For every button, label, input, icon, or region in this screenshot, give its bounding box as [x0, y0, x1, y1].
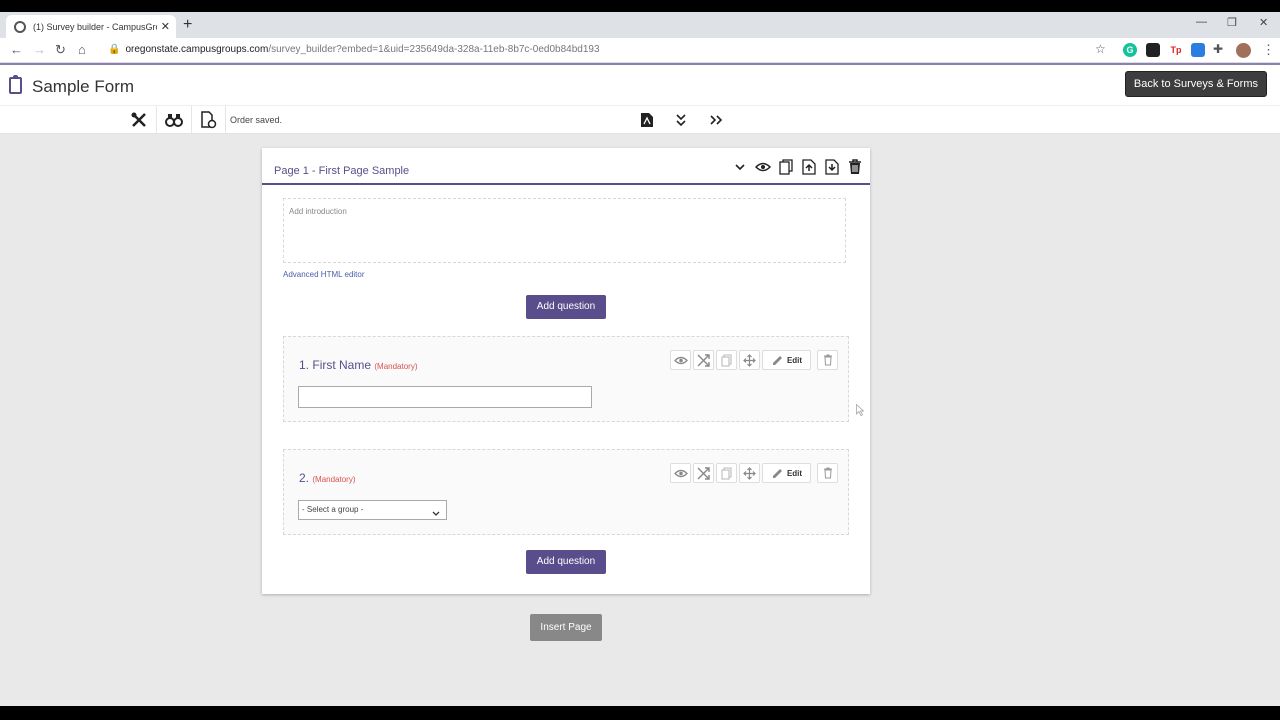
builder-toolbar: Order saved.	[0, 105, 1280, 134]
insert-page-button[interactable]: Insert Page	[530, 614, 602, 641]
grammarly-icon[interactable]: G	[1123, 43, 1137, 57]
page-actions	[731, 158, 864, 176]
status-message: Order saved.	[230, 115, 283, 125]
home-icon[interactable]: ⌂	[78, 42, 86, 57]
eye-icon[interactable]	[754, 158, 772, 176]
group-select[interactable]: - Select a group -	[298, 500, 447, 520]
question-tools: Edit	[670, 350, 838, 370]
move-up-icon[interactable]	[800, 158, 818, 176]
tab-bar: (1) Survey builder - CampusGroups ✕ + — …	[0, 12, 1280, 38]
mandatory-tag: (Mandatory)	[374, 362, 418, 371]
shield-extension-icon[interactable]	[1146, 43, 1160, 57]
page-settings-icon[interactable]	[197, 110, 219, 130]
delete-trash-icon[interactable]	[817, 463, 838, 483]
move-icon[interactable]	[739, 463, 760, 483]
preview-eye-icon[interactable]	[670, 463, 691, 483]
clipboard-icon	[9, 75, 22, 94]
move-down-icon[interactable]	[823, 158, 841, 176]
shuffle-icon[interactable]	[693, 350, 714, 370]
back-to-surveys-button[interactable]: Back to Surveys & Forms	[1124, 71, 1267, 97]
extensions-puzzle-icon[interactable]: ✚	[1213, 42, 1223, 56]
advanced-html-editor-link[interactable]: Advanced HTML editor	[283, 270, 365, 279]
minimize-icon[interactable]: —	[1196, 16, 1207, 28]
reload-icon[interactable]: ↻	[55, 42, 66, 58]
collapse-all-icon[interactable]	[670, 110, 692, 130]
pencil-icon	[771, 353, 783, 367]
trash-icon[interactable]	[846, 158, 864, 176]
duplicate-icon[interactable]	[716, 463, 737, 483]
browser-menu-icon[interactable]: ⋮	[1262, 42, 1275, 58]
first-name-input[interactable]	[298, 386, 592, 408]
tab-title: (1) Survey builder - CampusGroups	[33, 21, 157, 32]
shuffle-icon[interactable]	[693, 463, 714, 483]
edit-button[interactable]: Edit	[762, 463, 811, 483]
add-question-button[interactable]: Add question	[526, 295, 606, 319]
page-card: Page 1 - First Page Sample Add introduct…	[262, 148, 870, 594]
pdf-icon[interactable]	[636, 110, 658, 130]
new-tab-icon[interactable]: +	[183, 16, 192, 34]
page-section-title[interactable]: Page 1 - First Page Sample	[274, 165, 409, 177]
mandatory-tag: (Mandatory)	[312, 475, 356, 484]
browser-tab[interactable]: (1) Survey builder - CampusGroups ✕	[6, 15, 176, 38]
question-tools: Edit	[670, 463, 838, 483]
address-bar: ← → ↻ ⌂ 🔒 oregonstate.campusgroups.com/su…	[0, 38, 1280, 63]
delete-trash-icon[interactable]	[817, 350, 838, 370]
binoculars-icon[interactable]	[163, 110, 185, 130]
mouse-cursor-icon	[856, 404, 864, 416]
grid-extension-icon[interactable]	[1191, 43, 1205, 57]
browser-window: (1) Survey builder - CampusGroups ✕ + — …	[0, 12, 1280, 706]
tp-extension-icon[interactable]: Tp	[1169, 43, 1183, 57]
tools-icon[interactable]	[128, 110, 150, 130]
page-title-underline	[262, 183, 870, 185]
page-title: Sample Form	[32, 77, 135, 96]
forward-arrow-icon[interactable]: →	[33, 42, 46, 57]
question-label: 1. First Name (Mandatory)	[299, 358, 418, 372]
toolbar-divider	[156, 106, 157, 134]
question-label: 2. (Mandatory)	[299, 471, 356, 485]
copy-icon[interactable]	[777, 158, 795, 176]
profile-avatar[interactable]	[1236, 43, 1251, 58]
toolbar-divider	[225, 106, 226, 134]
chevron-down-icon	[432, 506, 440, 524]
pencil-icon	[771, 466, 783, 480]
add-question-button[interactable]: Add question	[526, 550, 606, 574]
close-tab-icon[interactable]: ✕	[161, 20, 170, 33]
question-block[interactable]: 2. (Mandatory) Edit - Select a group -	[283, 449, 849, 535]
lock-icon: 🔒	[108, 44, 121, 55]
edit-button[interactable]: Edit	[762, 350, 811, 370]
close-window-icon[interactable]: ✕	[1259, 16, 1268, 29]
move-icon[interactable]	[739, 350, 760, 370]
question-block[interactable]: 1. First Name (Mandatory) Edit	[283, 336, 849, 422]
url-field[interactable]: 🔒 oregonstate.campusgroups.com/survey_bui…	[108, 44, 600, 55]
bookmark-star-icon[interactable]: ☆	[1095, 42, 1106, 56]
chevron-down-icon[interactable]	[731, 158, 749, 176]
back-arrow-icon[interactable]: ←	[10, 42, 23, 57]
duplicate-icon[interactable]	[716, 350, 737, 370]
page-header: Sample Form Back to Surveys & Forms	[0, 65, 1280, 105]
expand-right-icon[interactable]	[705, 110, 727, 130]
restore-icon[interactable]: ❐	[1227, 16, 1237, 29]
site-favicon-icon	[14, 20, 26, 33]
introduction-field[interactable]: Add introduction	[283, 198, 846, 263]
introduction-placeholder: Add introduction	[289, 207, 347, 216]
preview-eye-icon[interactable]	[670, 350, 691, 370]
toolbar-divider	[191, 106, 192, 134]
